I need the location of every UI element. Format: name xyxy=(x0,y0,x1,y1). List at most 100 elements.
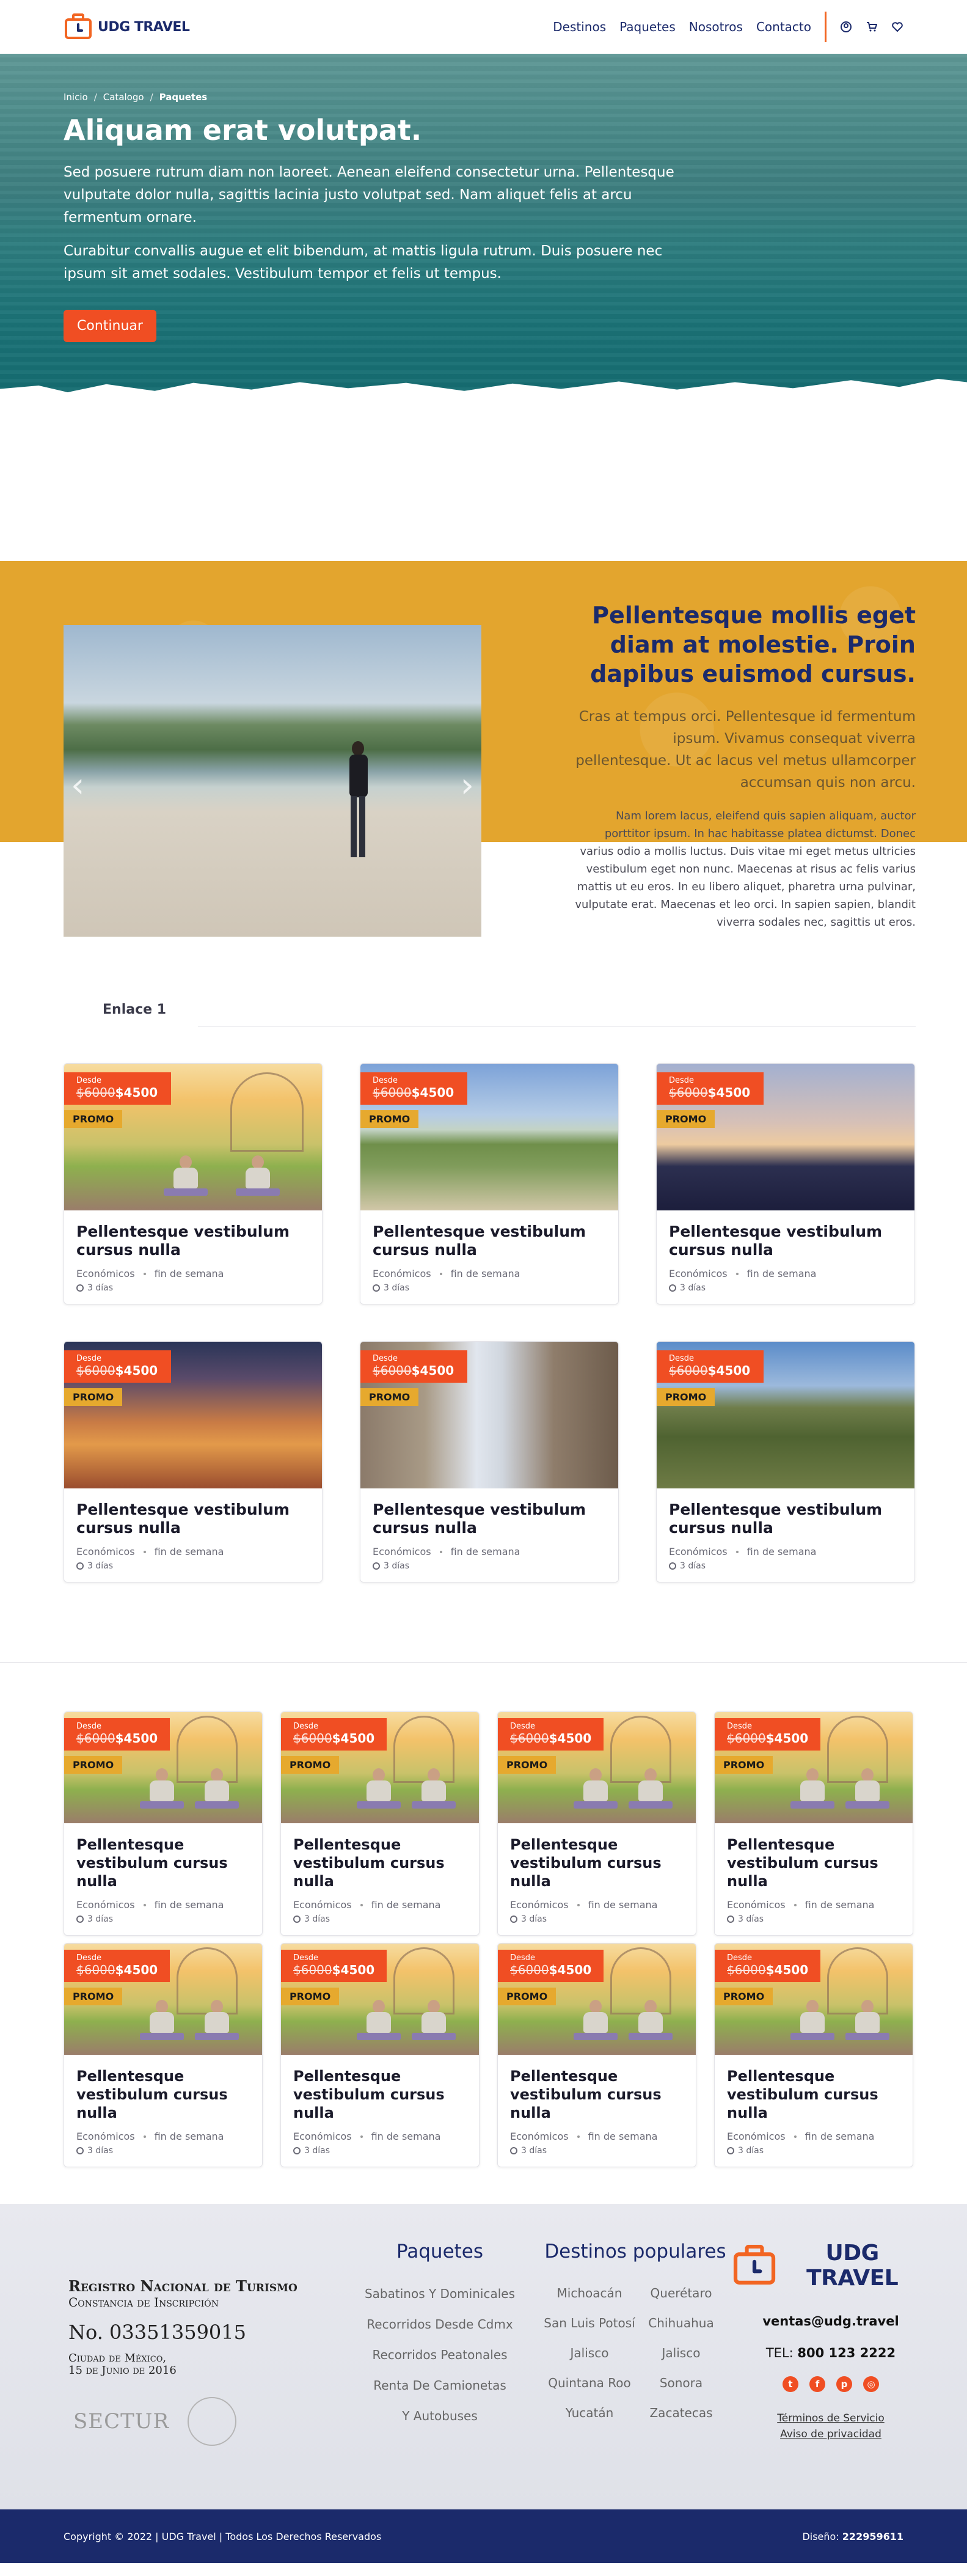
duration-text: 3 días xyxy=(521,1914,547,1924)
breadcrumb-catalogo[interactable]: Catalogo xyxy=(103,92,144,103)
carousel-prev-icon[interactable]: ‹ xyxy=(71,766,84,805)
package-title[interactable]: Pellentesque vestibulum cursus nulla xyxy=(76,1223,310,1259)
pinterest-icon[interactable]: p xyxy=(836,2376,852,2392)
package-meta: Económicos fin de semana xyxy=(373,1268,606,1279)
footer-destino-link[interactable]: Quintana Roo xyxy=(544,2368,635,2398)
package-image: Desde $6000$4500 PROMO xyxy=(498,1944,696,2055)
new-price: $4500 xyxy=(549,1731,592,1746)
terms-link[interactable]: Términos de Servicio xyxy=(739,2410,922,2426)
footer-destino-link[interactable]: Jalisco xyxy=(544,2338,635,2368)
promo-badge: PROMO xyxy=(498,1988,556,2005)
package-title[interactable]: Pellentesque vestibulum cursus nulla xyxy=(669,1501,902,1537)
yoga-person xyxy=(139,2000,184,2043)
logo-text: UDG TRAVEL xyxy=(98,19,190,35)
package-title[interactable]: Pellentesque vestibulum cursus nulla xyxy=(373,1501,606,1537)
package-title[interactable]: Pellentesque vestibulum cursus nulla xyxy=(76,1835,250,1890)
privacy-link[interactable]: Aviso de privacidad xyxy=(739,2426,922,2442)
package-title[interactable]: Pellentesque vestibulum cursus nulla xyxy=(510,2067,684,2122)
package-period: fin de semana xyxy=(371,1899,441,1911)
heart-icon[interactable] xyxy=(891,21,903,33)
package-title[interactable]: Pellentesque vestibulum cursus nulla xyxy=(727,1835,900,1890)
price-tag: Desde $6000$4500 xyxy=(657,1350,764,1383)
old-price: $6000 xyxy=(293,1963,332,1977)
new-price: $4500 xyxy=(707,1085,751,1100)
package-card[interactable]: Desde $6000$4500 PROMO Pellentesque vest… xyxy=(64,1063,323,1304)
package-card[interactable]: Desde $6000$4500 PROMO Pellentesque vest… xyxy=(64,1943,263,2167)
footer-destino-link[interactable]: Querétaro xyxy=(635,2278,727,2308)
footer-destino-link[interactable]: Sonora xyxy=(635,2368,727,2398)
logo[interactable]: UDG TRAVEL xyxy=(64,13,190,40)
footer-paquete-link[interactable]: Y Autobuses xyxy=(354,2401,525,2431)
package-card[interactable]: Desde $6000$4500 PROMO Pellentesque vest… xyxy=(280,1943,480,2167)
package-card[interactable]: Desde $6000$4500 PROMO Pellentesque vest… xyxy=(360,1063,619,1304)
nav-link-contacto[interactable]: Contacto xyxy=(756,20,811,34)
package-card[interactable]: Desde $6000$4500 PROMO Pellentesque vest… xyxy=(714,1943,913,2167)
package-title[interactable]: Pellentesque vestibulum cursus nulla xyxy=(669,1223,902,1259)
footer-paquete-link[interactable]: Recorridos Peatonales xyxy=(354,2340,525,2370)
package-period: fin de semana xyxy=(746,1546,817,1557)
user-icon[interactable] xyxy=(840,21,852,33)
clock-icon xyxy=(510,1916,517,1923)
package-title[interactable]: Pellentesque vestibulum cursus nulla xyxy=(76,2067,250,2122)
package-title[interactable]: Pellentesque vestibulum cursus nulla xyxy=(76,1501,310,1537)
breadcrumb-inicio[interactable]: Inicio xyxy=(64,92,88,103)
footer-paquete-link[interactable]: Recorridos Desde Cdmx xyxy=(354,2309,525,2340)
promo-badge: PROMO xyxy=(360,1110,419,1128)
instagram-icon[interactable]: ◎ xyxy=(863,2376,879,2392)
promo-badge: PROMO xyxy=(715,1756,773,1774)
yoga-person xyxy=(845,2000,890,2043)
footer-destino-link[interactable]: Chihuahua xyxy=(635,2308,727,2338)
footer-paquete-link[interactable]: Renta De Camionetas xyxy=(354,2370,525,2401)
continue-button[interactable]: Continuar xyxy=(64,310,156,342)
package-card[interactable]: Desde $6000$4500 PROMO Pellentesque vest… xyxy=(497,1711,696,1936)
package-image: Desde $6000$4500 PROMO xyxy=(64,1944,262,2055)
footer-destino-link[interactable]: Jalisco xyxy=(635,2338,727,2368)
footer-logo[interactable]: UDG TRAVEL xyxy=(733,2241,922,2291)
nav-link-nosotros[interactable]: Nosotros xyxy=(689,20,743,34)
package-card[interactable]: Desde $6000$4500 PROMO Pellentesque vest… xyxy=(656,1341,915,1583)
nav-link-paquetes[interactable]: Paquetes xyxy=(619,20,676,34)
footer-destino-link[interactable]: Michoacán xyxy=(544,2278,635,2308)
package-image: Desde $6000$4500 PROMO xyxy=(715,1944,913,2055)
cart-icon[interactable] xyxy=(866,21,878,33)
package-card[interactable]: Desde $6000$4500 PROMO Pellentesque vest… xyxy=(656,1063,915,1304)
package-title[interactable]: Pellentesque vestibulum cursus nulla xyxy=(727,2067,900,2122)
carousel-next-icon[interactable]: › xyxy=(461,766,474,805)
package-card[interactable]: Desde $6000$4500 PROMO Pellentesque vest… xyxy=(64,1341,323,1583)
package-card[interactable]: Desde $6000$4500 PROMO Pellentesque vest… xyxy=(360,1341,619,1583)
duration-text: 3 días xyxy=(87,1283,114,1293)
footer-destino-link[interactable]: Yucatán xyxy=(544,2398,635,2428)
phone-number[interactable]: 800 123 2222 xyxy=(797,2346,896,2360)
package-card[interactable]: Desde $6000$4500 PROMO Pellentesque vest… xyxy=(280,1711,480,1936)
tab-enlace-1[interactable]: Enlace 1 xyxy=(103,1002,166,1017)
footer-destino-link[interactable]: San Luis Potosí xyxy=(544,2308,635,2338)
package-title[interactable]: Pellentesque vestibulum cursus nulla xyxy=(293,1835,467,1890)
footer-paquetes: Paquetes Sabatinos Y Dominicales Recorri… xyxy=(354,2241,525,2431)
hero-paragraph-2: Curabitur convallis augue et elit bibend… xyxy=(64,243,663,282)
price-tag: Desde $6000$4500 xyxy=(360,1072,468,1105)
package-card[interactable]: Desde $6000$4500 PROMO Pellentesque vest… xyxy=(497,1943,696,2167)
package-image: Desde $6000$4500 PROMO xyxy=(657,1064,914,1210)
promo-badge: PROMO xyxy=(64,1110,123,1128)
twitter-icon[interactable]: t xyxy=(783,2376,798,2392)
package-card[interactable]: Desde $6000$4500 PROMO Pellentesque vest… xyxy=(714,1711,913,1936)
footer-destino-link[interactable]: Zacatecas xyxy=(635,2398,727,2428)
promo-badge: PROMO xyxy=(281,1988,340,2005)
nav-link-destinos[interactable]: Destinos xyxy=(553,20,606,34)
package-title[interactable]: Pellentesque vestibulum cursus nulla xyxy=(373,1223,606,1259)
package-duration: 3 días xyxy=(76,1561,310,1571)
nav-divider xyxy=(825,12,827,42)
facebook-icon[interactable]: f xyxy=(809,2376,825,2392)
new-price: $4500 xyxy=(332,1963,375,1977)
package-title[interactable]: Pellentesque vestibulum cursus nulla xyxy=(293,2067,467,2122)
package-duration: 3 días xyxy=(76,1914,250,1924)
package-meta: Económicos fin de semana xyxy=(76,1546,310,1557)
package-period: fin de semana xyxy=(154,2131,224,2142)
package-card[interactable]: Desde $6000$4500 PROMO Pellentesque vest… xyxy=(64,1711,263,1936)
tabs: Enlace 1 xyxy=(64,989,916,1050)
new-price: $4500 xyxy=(332,1731,375,1746)
package-title[interactable]: Pellentesque vestibulum cursus nulla xyxy=(510,1835,684,1890)
footer-paquete-link[interactable]: Sabatinos Y Dominicales xyxy=(354,2278,525,2309)
contact-email[interactable]: ventas@udg.travel xyxy=(739,2314,922,2329)
price-from-label: Desde xyxy=(510,1722,536,1731)
